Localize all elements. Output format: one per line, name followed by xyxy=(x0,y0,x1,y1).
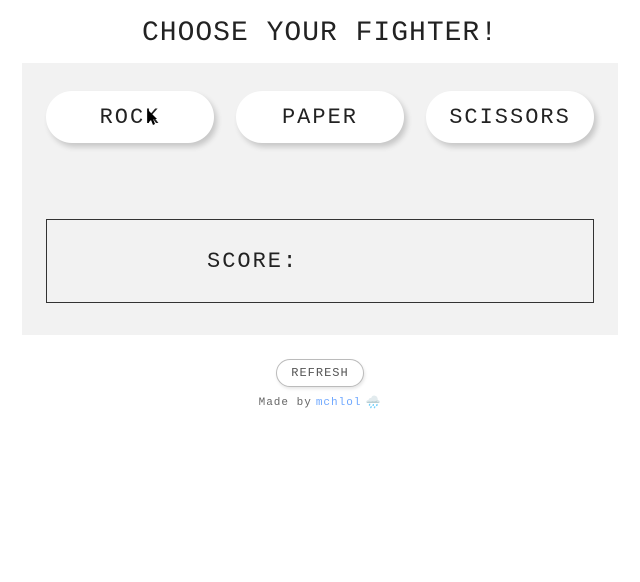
score-box: SCORE: xyxy=(46,219,594,303)
author-link[interactable]: mchlol xyxy=(316,397,362,409)
paper-button[interactable]: PAPER xyxy=(236,91,404,143)
rain-icon: 🌧️ xyxy=(365,397,381,409)
credit-prefix: Made by xyxy=(259,397,312,409)
page-title: CHOOSE YOUR FIGHTER! xyxy=(0,0,640,63)
refresh-button[interactable]: REFRESH xyxy=(276,359,363,387)
score-label: SCORE: xyxy=(207,249,298,274)
game-arena: ROCK PAPER SCISSORS SCORE: xyxy=(22,63,618,335)
credit-line: Made by mchlol 🌧️ xyxy=(0,397,640,409)
rock-button[interactable]: ROCK xyxy=(46,91,214,143)
footer: REFRESH Made by mchlol 🌧️ xyxy=(0,359,640,409)
scissors-button[interactable]: SCISSORS xyxy=(426,91,594,143)
choice-row: ROCK PAPER SCISSORS xyxy=(46,91,594,143)
